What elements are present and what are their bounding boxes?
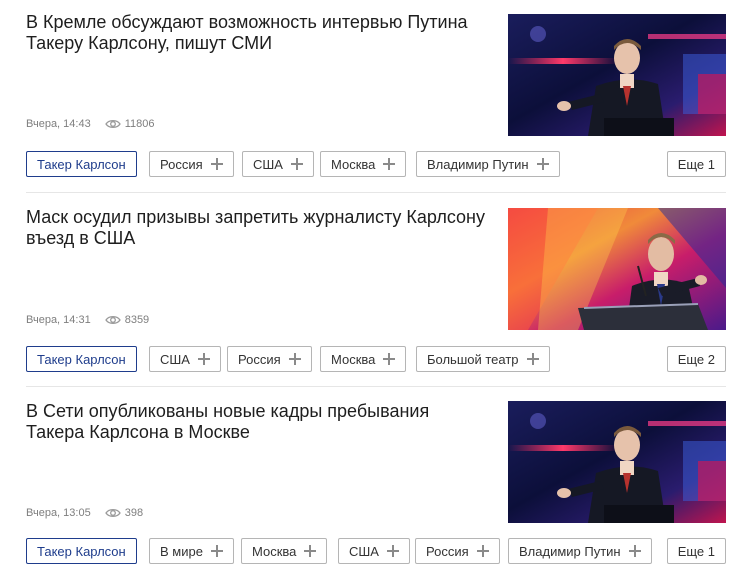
plus-icon[interactable]	[386, 545, 399, 557]
plus-icon[interactable]	[210, 545, 223, 557]
tag-chip[interactable]: Такер Карлсон	[26, 346, 137, 372]
eye-icon	[104, 118, 121, 130]
tag-label: Москва	[331, 156, 376, 172]
tag-chip[interactable]: Москва	[320, 346, 407, 372]
tag-list: Такер Карлсон Россия США Москва Владимир…	[26, 151, 726, 178]
news-meta: Вчера, 14:31 8359	[26, 314, 149, 326]
plus-icon[interactable]	[476, 545, 489, 557]
plus-icon[interactable]	[536, 158, 549, 170]
plus-icon[interactable]	[304, 545, 317, 557]
tag-chip[interactable]: США	[149, 346, 221, 372]
tag-label: США	[253, 156, 283, 172]
news-title[interactable]: В Сети опубликованы новые кадры пребыван…	[26, 401, 486, 443]
plus-icon[interactable]	[383, 353, 396, 365]
tag-chip[interactable]: Владимир Путин	[416, 151, 560, 177]
news-list: В Кремле обсуждают возможность интервью …	[26, 0, 726, 577]
tag-label: США	[160, 351, 190, 367]
tag-chip[interactable]: Такер Карлсон	[26, 151, 137, 177]
news-date: Вчера, 13:05	[26, 507, 91, 519]
news-meta: Вчера, 14:43 11806	[26, 118, 154, 130]
tag-label: Владимир Путин	[427, 156, 529, 172]
news-title[interactable]: В Кремле обсуждают возможность интервью …	[26, 12, 486, 54]
views-count: 398	[124, 507, 144, 519]
plus-icon[interactable]	[526, 353, 539, 365]
tag-label: Россия	[426, 543, 469, 559]
news-thumbnail[interactable]	[508, 401, 726, 523]
tag-chip[interactable]: Москва	[320, 151, 407, 177]
more-tags-button[interactable]: Еще 1	[666, 538, 726, 564]
tag-label: Такер Карлсон	[37, 543, 126, 559]
eye-icon	[104, 507, 121, 519]
tag-chip[interactable]: Такер Карлсон	[26, 538, 137, 564]
tag-label: Владимир Путин	[519, 543, 621, 559]
news-date: Вчера, 14:31	[26, 314, 91, 326]
news-item: В Сети опубликованы новые кадры пребыван…	[26, 386, 726, 577]
eye-icon	[104, 314, 121, 326]
tag-list: Такер Карлсон В мире Москва США Россия В…	[26, 538, 726, 565]
views-count: 8359	[124, 314, 150, 326]
tag-label: Москва	[331, 351, 376, 367]
news-meta: Вчера, 13:05 398	[26, 507, 143, 519]
tag-chip[interactable]: Большой театр	[416, 346, 550, 372]
tag-label: Такер Карлсон	[37, 156, 126, 172]
tag-label: Такер Карлсон	[37, 351, 126, 367]
plus-icon[interactable]	[383, 158, 396, 170]
plus-icon[interactable]	[290, 158, 303, 170]
tag-chip[interactable]: В мире	[149, 538, 234, 564]
plus-icon[interactable]	[288, 353, 301, 365]
news-item: Маск осудил призывы запретить журналисту…	[26, 192, 726, 386]
tag-list: Такер Карлсон США Россия Москва Большой …	[26, 346, 726, 373]
views-count: 11806	[124, 118, 155, 130]
tag-chip[interactable]: Россия	[415, 538, 500, 564]
news-item: В Кремле обсуждают возможность интервью …	[26, 0, 726, 192]
tag-label: США	[349, 543, 379, 559]
plus-icon[interactable]	[628, 545, 641, 557]
tag-chip[interactable]: Россия	[227, 346, 312, 372]
news-title[interactable]: Маск осудил призывы запретить журналисту…	[26, 207, 486, 249]
news-thumbnail[interactable]	[508, 208, 726, 330]
tag-label: Большой театр	[427, 351, 519, 367]
tag-label: Россия	[160, 156, 203, 172]
news-date: Вчера, 14:43	[26, 118, 91, 130]
plus-icon[interactable]	[210, 158, 223, 170]
tag-label: В мире	[160, 543, 203, 559]
tag-chip[interactable]: Владимир Путин	[508, 538, 652, 564]
news-thumbnail[interactable]	[508, 14, 726, 136]
tag-chip[interactable]: США	[338, 538, 410, 564]
more-tags-button[interactable]: Еще 1	[666, 151, 726, 177]
plus-icon[interactable]	[197, 353, 210, 365]
more-tags-button[interactable]: Еще 2	[666, 346, 726, 372]
tag-chip[interactable]: Россия	[149, 151, 234, 177]
tag-label: Россия	[238, 351, 281, 367]
tag-chip[interactable]: США	[242, 151, 314, 177]
tag-chip[interactable]: Москва	[241, 538, 328, 564]
tag-label: Москва	[252, 543, 297, 559]
